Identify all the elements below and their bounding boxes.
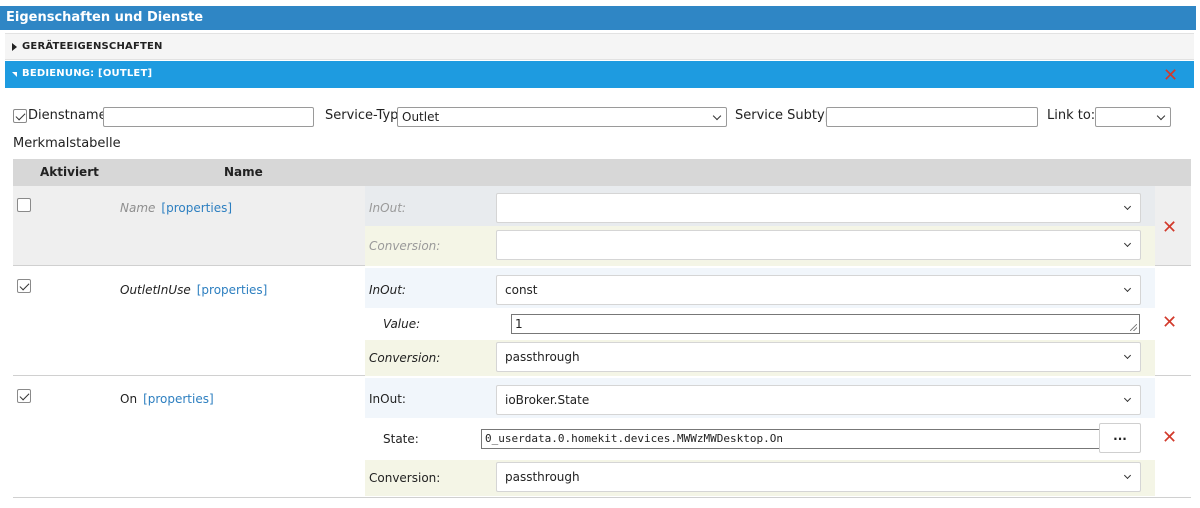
- state-input[interactable]: 0_userdata.0.homekit.devices.MWWzMWDeskt…: [481, 429, 1109, 449]
- delete-row-icon[interactable]: ✕: [1162, 429, 1177, 447]
- conversion-select[interactable]: passthrough: [496, 462, 1141, 492]
- link-to-select[interactable]: [1095, 107, 1171, 127]
- delete-service-icon[interactable]: ✕: [1163, 67, 1178, 85]
- row-checkbox[interactable]: [17, 279, 31, 293]
- conversion-label: Conversion:: [369, 471, 441, 485]
- inout-label: InOut:: [369, 392, 406, 406]
- properties-link[interactable]: [properties]: [161, 201, 232, 215]
- table-row: On [properties] InOut: ioBroker.State Sta…: [13, 378, 1191, 498]
- inout-label-cell: InOut:: [365, 186, 495, 226]
- table-title: Merkmalstabelle: [13, 136, 121, 151]
- conversion-select[interactable]: passthrough: [496, 342, 1141, 372]
- section-service-label: BEDIENUNG: [OUTLET]: [22, 68, 153, 79]
- triangle-right-icon: [12, 43, 17, 51]
- conversion-value: passthrough: [505, 350, 580, 364]
- chevron-down-icon: [1123, 351, 1132, 360]
- conversion-label: Conversion:: [369, 351, 441, 365]
- inout-select[interactable]: ioBroker.State: [496, 385, 1141, 415]
- delete-row-icon[interactable]: ✕: [1162, 314, 1177, 332]
- service-subtyp-label: Service Subtyp:: [735, 108, 838, 123]
- inout-label: InOut:: [369, 201, 406, 215]
- chevron-down-icon: [1123, 239, 1132, 248]
- section-device-properties-label: GERÄTEEIGENSCHAFTEN: [22, 41, 163, 52]
- characteristic-name: OutletInUse [properties]: [120, 283, 267, 297]
- value-input[interactable]: 1: [511, 314, 1140, 334]
- dienstname-input[interactable]: [103, 107, 314, 127]
- header-name: Name: [224, 165, 263, 179]
- section-service[interactable]: BEDIENUNG: [OUTLET] ✕: [5, 61, 1194, 88]
- chevron-down-icon: [1123, 471, 1132, 480]
- panel-title: Eigenschaften und Dienste: [0, 6, 1196, 30]
- chevron-down-icon: [1123, 394, 1132, 403]
- dienstname-label: Dienstname:: [28, 108, 111, 123]
- inout-value: ioBroker.State: [505, 393, 590, 407]
- conversion-select[interactable]: [496, 230, 1141, 260]
- chevron-down-icon: [1123, 202, 1132, 211]
- characteristic-name: Name [properties]: [120, 201, 232, 215]
- section-device-properties[interactable]: GERÄTEEIGENSCHAFTEN: [5, 33, 1194, 60]
- characteristic-name: On [properties]: [120, 392, 214, 406]
- triangle-down-icon: [12, 72, 17, 77]
- browse-state-button[interactable]: ...: [1099, 423, 1141, 453]
- table-header: Aktiviert Name: [13, 159, 1191, 186]
- chevron-down-icon: [1123, 284, 1132, 293]
- link-to-label: Link to:: [1047, 108, 1096, 123]
- delete-row-icon[interactable]: ✕: [1162, 219, 1177, 237]
- properties-link[interactable]: [properties]: [197, 283, 268, 297]
- characteristic-name-text: On: [120, 392, 138, 406]
- state-label: State:: [383, 432, 419, 446]
- inout-select[interactable]: [496, 193, 1141, 223]
- conversion-label: Conversion:: [369, 239, 441, 253]
- characteristic-name-text: Name: [120, 201, 156, 215]
- resize-grip-icon[interactable]: [1130, 324, 1137, 331]
- state-text: 0_userdata.0.homekit.devices.MWWzMWDeskt…: [485, 432, 784, 445]
- value-label: Value:: [383, 317, 421, 331]
- service-typ-select[interactable]: Outlet: [397, 107, 727, 127]
- inout-value: const: [505, 283, 538, 297]
- row-checkbox[interactable]: [17, 198, 31, 212]
- service-typ-label: Service-Typ:: [325, 108, 403, 123]
- conversion-value: passthrough: [505, 470, 580, 484]
- properties-link[interactable]: [properties]: [143, 392, 214, 406]
- table-row: Name [properties] InOut: Conversion: ✕: [13, 186, 1191, 266]
- service-typ-value: Outlet: [402, 110, 440, 124]
- dienstname-checkbox[interactable]: [13, 109, 27, 123]
- header-aktiviert: Aktiviert: [40, 165, 99, 179]
- characteristic-name-text: OutletInUse: [120, 283, 191, 297]
- value-text: 1: [515, 317, 523, 331]
- row-checkbox[interactable]: [17, 389, 31, 403]
- table-row: OutletInUse [properties] InOut: const Val…: [13, 268, 1191, 376]
- service-subtyp-input[interactable]: [826, 107, 1038, 127]
- inout-label: InOut:: [369, 283, 406, 297]
- inout-select[interactable]: const: [496, 275, 1141, 305]
